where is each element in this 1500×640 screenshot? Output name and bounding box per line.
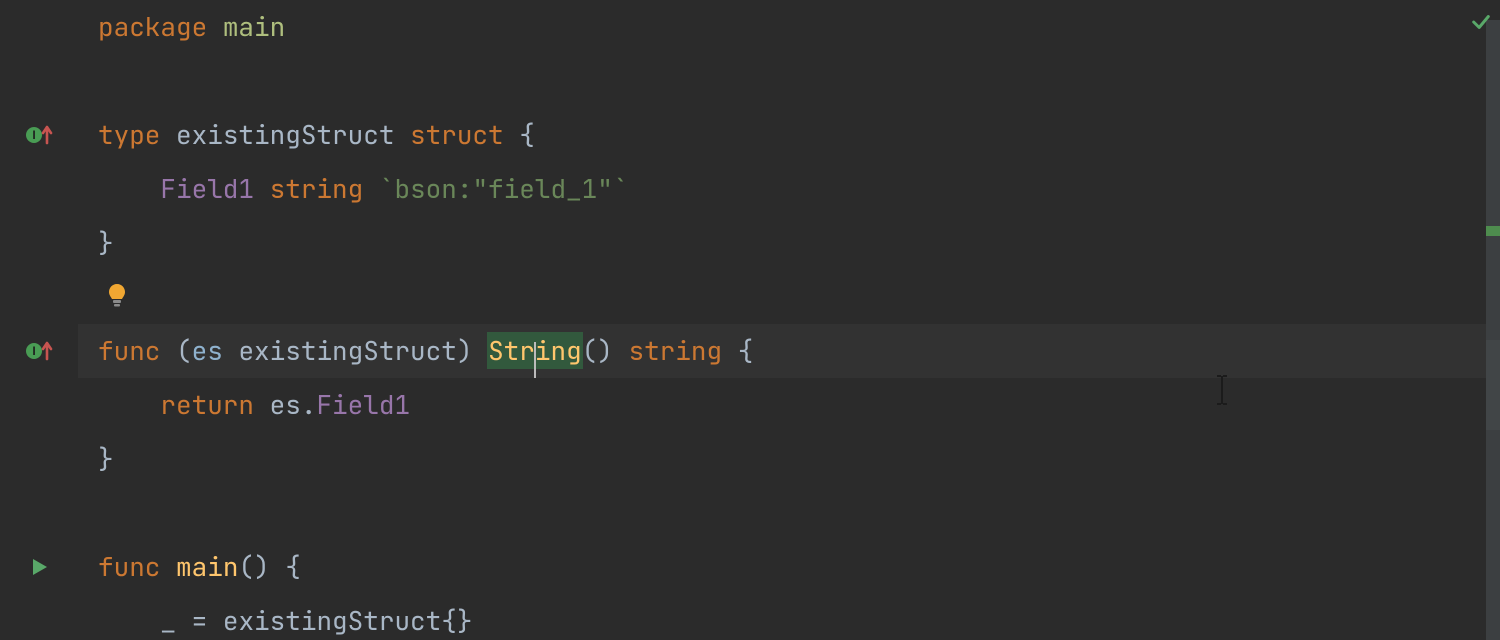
intention-bulb-icon[interactable] xyxy=(106,282,128,318)
code-content[interactable]: package main type existingStruct struct … xyxy=(98,0,1500,640)
brace: } xyxy=(98,441,114,476)
indent xyxy=(98,387,160,422)
gutter-run-icon[interactable] xyxy=(0,540,78,594)
code-line[interactable]: package main xyxy=(98,0,1500,54)
func-name: main xyxy=(176,549,238,584)
type-string: string xyxy=(270,171,364,206)
package-name: main xyxy=(223,9,285,44)
code-line[interactable]: type existingStruct struct { xyxy=(98,108,1500,162)
paren: ) xyxy=(457,333,473,368)
brace: { xyxy=(738,333,754,368)
code-editor[interactable]: I I xyxy=(0,0,1500,640)
code-line-blank[interactable] xyxy=(98,486,1500,540)
keyword-func: func xyxy=(98,549,160,584)
code-line[interactable]: return es.Field1 xyxy=(98,378,1500,432)
receiver-name: es xyxy=(192,333,223,368)
marker-change[interactable] xyxy=(1486,226,1500,236)
code-line[interactable]: func main() { xyxy=(98,540,1500,594)
type-ref: existingStruct xyxy=(223,603,441,638)
receiver-ref: es xyxy=(270,387,301,422)
inspection-ok-icon[interactable] xyxy=(1470,6,1492,41)
code-line-blank[interactable] xyxy=(98,54,1500,108)
return-type: string xyxy=(628,333,722,368)
indent xyxy=(98,171,160,206)
field-ref: Field1 xyxy=(316,387,410,422)
text-caret xyxy=(534,342,536,378)
error-stripe[interactable] xyxy=(1486,20,1500,640)
dot: . xyxy=(301,387,317,422)
receiver-type: existingStruct xyxy=(238,333,456,368)
keyword-type: type xyxy=(98,117,160,152)
text-cursor-icon xyxy=(1214,374,1230,414)
struct-tag: `bson:"field_1"` xyxy=(379,171,629,206)
brace: { xyxy=(285,549,301,584)
keyword-return: return xyxy=(160,387,254,422)
code-line[interactable]: } xyxy=(98,432,1500,486)
code-area[interactable]: package main type existingStruct struct … xyxy=(78,0,1500,640)
equals: = xyxy=(192,603,208,638)
scrollbar-thumb[interactable] xyxy=(1486,340,1500,430)
parens: () xyxy=(238,549,269,584)
code-line[interactable]: Field1 string `bson:"field_1"` xyxy=(98,162,1500,216)
keyword-func: func xyxy=(98,333,160,368)
type-name: existingStruct xyxy=(176,117,394,152)
svg-text:I: I xyxy=(32,344,35,358)
method-name: String xyxy=(488,333,582,368)
code-line-current[interactable]: func (es existingStruct) String() string… xyxy=(98,324,1500,378)
gutter: I I xyxy=(0,0,78,640)
field-name: Field1 xyxy=(160,171,254,206)
gutter-implements-icon[interactable]: I xyxy=(0,108,78,162)
brace: { xyxy=(519,117,535,152)
parens: () xyxy=(582,333,613,368)
blank-ident: _ xyxy=(160,603,176,638)
brace: } xyxy=(98,225,114,260)
paren: ( xyxy=(176,333,192,368)
indent xyxy=(98,603,160,638)
keyword-struct: struct xyxy=(410,117,504,152)
code-line[interactable]: _ = existingStruct{} xyxy=(98,594,1500,640)
braces-literal: {} xyxy=(441,603,472,638)
gutter-implements-icon[interactable]: I xyxy=(0,324,78,378)
keyword-package: package xyxy=(98,9,207,44)
svg-text:I: I xyxy=(32,128,35,142)
code-line[interactable]: } xyxy=(98,216,1500,270)
code-line-blank[interactable] xyxy=(98,270,1500,324)
